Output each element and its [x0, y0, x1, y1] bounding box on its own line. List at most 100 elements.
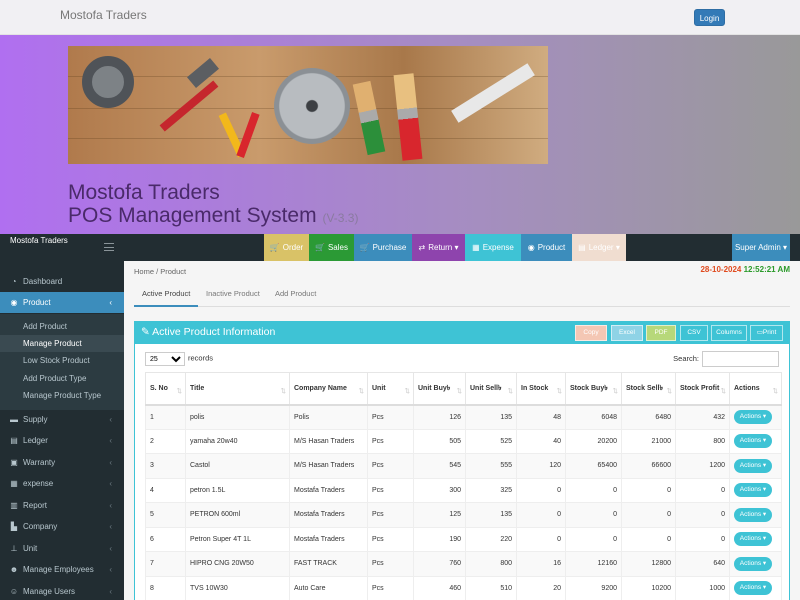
actions-dropdown-button[interactable]: Actions ▾ — [734, 410, 772, 424]
caret-down-icon: ▾ — [761, 535, 767, 543]
excel-button[interactable]: Excel — [611, 325, 643, 341]
actions-dropdown-button[interactable]: Actions ▾ — [734, 458, 772, 473]
current-time: 12:52:21 AM — [743, 265, 790, 274]
csv-button[interactable]: CSV — [680, 325, 708, 341]
shield-icon: ▣ — [10, 458, 18, 467]
cube-icon: ◉ — [10, 298, 18, 307]
table-cell: 135 — [465, 502, 517, 528]
sidebar-item-manage-users[interactable]: ☺ Manage Users ‹ — [0, 581, 124, 600]
banner-title: Mostofa Traders — [68, 181, 220, 204]
search-input[interactable] — [702, 351, 779, 367]
print-button[interactable]: ▭Print — [750, 325, 783, 341]
sort-icon: ⇅ — [404, 387, 410, 395]
page-length-select[interactable]: 25 — [145, 352, 185, 366]
column-header[interactable]: Stock Sell৳ ⇅ — [621, 372, 676, 406]
current-date: 28-10-2024 — [700, 265, 742, 274]
nav-return-button[interactable]: ⇄ Return ▾ — [412, 234, 465, 261]
products-table: S. No ⇅ Title ⇅ Company Name ⇅ Unit ⇅ Unit B… — [145, 372, 782, 600]
sidebar-item-warranty[interactable]: ▣ Warranty ‹ — [0, 452, 124, 473]
table-cell: 2 — [145, 428, 186, 454]
table-cell: 12800 — [621, 551, 676, 577]
table-cell: 48 — [516, 404, 566, 430]
nav-product-button[interactable]: ◉ Product — [521, 234, 572, 261]
table-cell: 0 — [675, 502, 730, 528]
menu-toggle-icon[interactable] — [104, 243, 114, 251]
table-row: 3 Castol M/S Hasan Traders Pcs 545 555 120 6540… — [145, 453, 782, 479]
sidebar-item-unit[interactable]: ⊥ Unit ‹ — [0, 538, 124, 559]
table-cell: 640 — [675, 551, 730, 577]
actions-dropdown-button[interactable]: Actions ▾ — [734, 483, 772, 498]
chevron-left-icon: ‹ — [109, 522, 112, 531]
table-cell: 0 — [516, 502, 566, 528]
truck-icon: ▬ — [10, 415, 18, 424]
submenu-add-product[interactable]: Add Product — [0, 318, 124, 335]
nav-expense-button[interactable]: ▦ Expense — [465, 234, 521, 261]
sidebar-item-manage-employees[interactable]: ☻ Manage Employees ‹ — [0, 559, 124, 580]
sidebar-item-expense[interactable]: ▦ expense ‹ — [0, 473, 124, 494]
column-header[interactable]: S. No ⇅ — [145, 372, 186, 406]
column-header[interactable]: In Stock ⇅ — [516, 372, 566, 406]
actions-dropdown-button[interactable]: Actions ▾ — [734, 532, 772, 547]
actions-dropdown-button[interactable]: Actions ▾ — [734, 581, 772, 596]
column-header[interactable]: Unit Buy৳ ⇅ — [413, 372, 466, 406]
actions-cell: Actions ▾ — [729, 551, 782, 577]
table-cell: Mostafa Traders — [289, 526, 368, 552]
users-icon: ☻ — [9, 565, 19, 574]
nav-order-button[interactable]: 🛒 Order — [264, 234, 309, 261]
top-header: Mostofa Traders Login — [0, 0, 800, 35]
version-label: (V-3.3) — [322, 211, 359, 225]
column-header[interactable]: Stock Buy৳ ⇅ — [565, 372, 622, 406]
unit-icon: ⊥ — [10, 544, 18, 553]
table-cell: PETRON 600ml — [185, 502, 290, 528]
table-cell: 20 — [516, 575, 566, 600]
sidebar-item-company[interactable]: ▙ Company ‹ — [0, 516, 124, 537]
actions-dropdown-button[interactable]: Actions ▾ — [734, 556, 772, 571]
main-content: Home / Product 28-10-2024 12:52:21 AM Ac… — [124, 261, 800, 600]
table-cell: Petron Super 4T 1L — [185, 526, 290, 552]
table-row: 1 polis Polis Pcs 126 135 48 6048 6480 432 Actions… — [145, 404, 782, 430]
calculator-icon: ▦ — [10, 479, 18, 488]
actions-dropdown-button[interactable]: Actions ▾ — [734, 434, 772, 449]
actions-cell: Actions ▾ — [729, 477, 782, 503]
table-cell: 16 — [516, 551, 566, 577]
tab-add-product[interactable]: Add Product — [267, 283, 324, 307]
nav-purchase-button[interactable]: 🛒 Purchase — [354, 234, 412, 261]
submenu-manage-product-type[interactable]: Manage Product Type — [0, 387, 124, 404]
nav-sales-button[interactable]: 🛒 Sales — [309, 234, 354, 261]
table-search: Search: — [673, 351, 779, 367]
pdf-button[interactable]: PDF — [646, 325, 676, 341]
banner-subtitle: POS Management System (V-3.3) — [68, 204, 359, 227]
copy-button[interactable]: Copy — [575, 325, 607, 341]
tab-active-product[interactable]: Active Product — [134, 283, 199, 307]
submenu-manage-product[interactable]: Manage Product — [0, 335, 124, 352]
column-header[interactable]: Company Name ⇅ — [289, 372, 368, 406]
column-header[interactable]: Unit Sell৳ ⇅ — [465, 372, 517, 406]
actions-dropdown-button[interactable]: Actions ▾ — [734, 507, 772, 522]
sidebar-item-ledger[interactable]: ▤ Ledger ‹ — [0, 430, 124, 451]
actions-cell: Actions ▾ — [729, 502, 782, 528]
submenu-low-stock-product[interactable]: Low Stock Product — [0, 352, 124, 369]
column-header[interactable]: Unit ⇅ — [367, 372, 414, 406]
table-cell: 120 — [516, 453, 566, 479]
columns-button[interactable]: Columns — [711, 325, 747, 341]
tab-inactive-product[interactable]: Inactive Product — [198, 283, 268, 307]
sidebar-item-report[interactable]: ▥ Report ‹ — [0, 495, 124, 516]
brand-name[interactable]: Mostofa Traders — [60, 8, 147, 22]
table-cell: 460 — [413, 575, 466, 600]
column-header[interactable]: Stock Profit ⇅ — [675, 372, 730, 406]
actions-cell: Actions ▾ — [729, 453, 782, 479]
submenu-add-product-type[interactable]: Add Product Type — [0, 370, 124, 387]
column-header[interactable]: Title ⇅ — [185, 372, 290, 406]
table-cell: M/S Hasan Traders — [289, 453, 368, 479]
sidebar-item-dashboard[interactable]: ◔ Dashboard — [0, 271, 124, 292]
table-cell: 545 — [413, 453, 466, 479]
caret-down-icon: ▾ — [761, 461, 767, 469]
sidebar-item-supply[interactable]: ▬ Supply ‹ — [0, 409, 124, 430]
table-cell: Pcs — [367, 551, 414, 577]
nav-ledger-button[interactable]: ▤ Ledger ▾ — [572, 234, 626, 261]
login-button[interactable]: Login — [694, 9, 725, 26]
sidebar-item-product[interactable]: ◉ Product ‹ — [0, 292, 124, 313]
table-cell: 1200 — [675, 453, 730, 479]
column-header[interactable]: Actions ⇅ — [729, 372, 782, 406]
user-menu-button[interactable]: Super Admin ▾ — [732, 234, 790, 261]
